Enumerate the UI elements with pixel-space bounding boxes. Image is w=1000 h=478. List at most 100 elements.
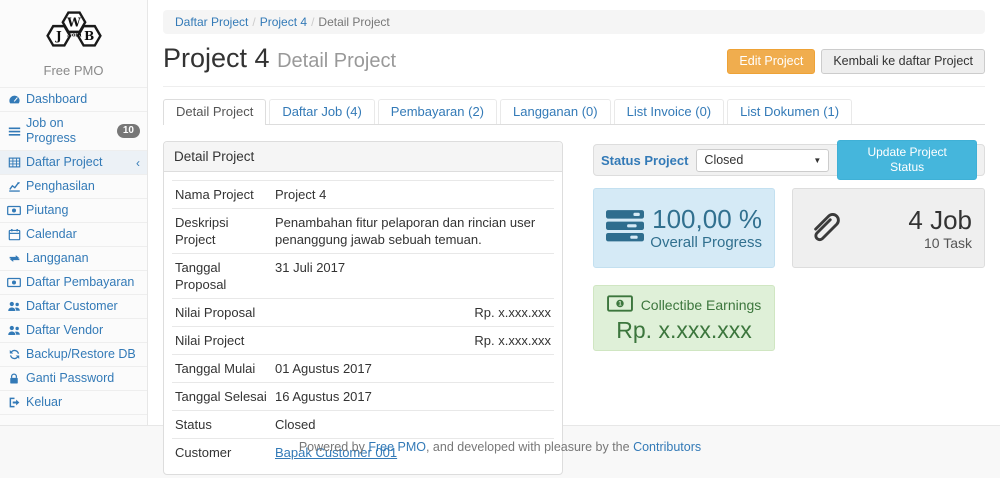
sidebar-link-keluar[interactable]: Keluar: [0, 391, 147, 414]
sidebar-link-langganan[interactable]: Langganan: [0, 247, 147, 270]
count-badge: 10: [117, 124, 140, 138]
detail-panel-body: Nama ProjectProject 4Deskripsi ProjectPe…: [164, 172, 562, 474]
sidebar-item-daftar-vendor: Daftar Vendor: [0, 319, 147, 343]
sidebar-link-ganti-password[interactable]: Ganti Password: [0, 367, 147, 390]
status-select[interactable]: Closed ▼: [696, 149, 829, 172]
sidebar-link-daftar-vendor[interactable]: Daftar Vendor: [0, 319, 147, 342]
dashboard-icon: [7, 93, 21, 106]
table-row: Tanggal Mulai01 Agustus 2017: [172, 355, 554, 383]
detail-row-label: Status: [172, 411, 272, 439]
sidebar-item-label: Daftar Customer: [26, 299, 118, 314]
svg-text:B: B: [84, 29, 94, 43]
app-name: Free PMO: [0, 60, 147, 87]
status-select-value: Closed: [704, 153, 743, 167]
caret-down-icon: ▼: [813, 156, 821, 165]
detail-table-body: Nama ProjectProject 4Deskripsi ProjectPe…: [172, 181, 554, 467]
sidebar-item-label: Ganti Password: [26, 371, 114, 386]
footer-link-free-pmo[interactable]: Free PMO: [368, 440, 426, 454]
sidebar-link-daftar-project[interactable]: Daftar Project‹: [0, 151, 147, 174]
main-content: Daftar Project/Project 4/Detail Project …: [148, 0, 1000, 425]
sidebar-link-piutang[interactable]: Piutang: [0, 199, 147, 222]
status-project-label: Status Project: [601, 153, 688, 168]
jobs-box: 4 Job 10 Task: [792, 188, 985, 268]
main-row: Detail Project Nama ProjectProject 4Desk…: [163, 141, 985, 475]
sidebar-item-calendar: Calendar: [0, 223, 147, 247]
detail-row-value: Penambahan fitur pelaporan dan rincian u…: [272, 209, 554, 254]
tab-langganan-0[interactable]: Langganan (0): [500, 99, 611, 124]
calendar-icon: [7, 228, 21, 241]
jobs-value: 4 Job: [845, 206, 972, 234]
app-window: W J B .com Free PMO Dashboard Job on Prog…: [0, 0, 1000, 425]
table-row: Nama ProjectProject 4: [172, 181, 554, 209]
sidebar-item-penghasilan: Penghasilan: [0, 175, 147, 199]
detail-panel-title: Detail Project: [164, 142, 562, 172]
detail-row-value: Rp. x.xxx.xxx: [272, 327, 554, 355]
list-icon: [7, 125, 21, 138]
svg-text:.com: .com: [66, 33, 81, 39]
detail-row-value: 31 Juli 2017: [272, 254, 554, 299]
detail-panel: Detail Project Nama ProjectProject 4Desk…: [163, 141, 563, 475]
table-row: Deskripsi ProjectPenambahan fitur pelapo…: [172, 209, 554, 254]
overall-progress-box: 100,00 % Overall Progress: [593, 188, 775, 268]
sidebar-link-job-on-progress[interactable]: Job on Progress10: [0, 112, 147, 150]
page-title: Project 4 Detail Project: [163, 43, 396, 76]
status-panel: Status Project Closed ▼ Update Project S…: [593, 144, 985, 176]
detail-row-label: Customer: [172, 439, 272, 467]
sidebar-link-dashboard[interactable]: Dashboard: [0, 88, 147, 111]
detail-row-label: Nama Project: [172, 181, 272, 209]
sign-out-icon: [7, 396, 21, 409]
update-status-button[interactable]: Update Project Status: [837, 140, 977, 180]
sidebar-link-daftar-customer[interactable]: Daftar Customer: [0, 295, 147, 318]
tab-detail-project[interactable]: Detail Project: [163, 99, 266, 125]
sidebar-link-calendar[interactable]: Calendar: [0, 223, 147, 246]
sidebar-link-daftar-pembayaran[interactable]: Daftar Pembayaran: [0, 271, 147, 294]
table-row: Nilai ProjectRp. x.xxx.xxx: [172, 327, 554, 355]
tab-pembayaran-2[interactable]: Pembayaran (2): [378, 99, 497, 124]
sidebar-item-keluar: Keluar: [0, 391, 147, 415]
money-icon: [7, 277, 21, 288]
breadcrumb-separator: /: [307, 15, 318, 29]
sidebar-item-ganti-password: Ganti Password: [0, 367, 147, 391]
detail-table: Nama ProjectProject 4Deskripsi ProjectPe…: [172, 180, 554, 466]
footer-link-contributors[interactable]: Contributors: [633, 440, 701, 454]
retweet-icon: [7, 252, 21, 265]
sidebar-item-label: Calendar: [26, 227, 77, 242]
users-icon: [7, 300, 21, 313]
tab-daftar-job-4[interactable]: Daftar Job (4): [269, 99, 374, 124]
detail-row-label: Tanggal Proposal: [172, 254, 272, 299]
breadcrumb-link-daftar-project[interactable]: Daftar Project: [175, 15, 248, 29]
edit-project-button[interactable]: Edit Project: [727, 49, 815, 74]
detail-row-value: Rp. x.xxx.xxx: [272, 299, 554, 327]
sidebar-item-daftar-pembayaran: Daftar Pembayaran: [0, 271, 147, 295]
earnings-title-row: 1 Collectibe Earnings: [602, 295, 766, 315]
detail-row-value: 01 Agustus 2017: [272, 355, 554, 383]
info-boxes-row: 100,00 % Overall Progress 1: [593, 188, 985, 351]
tasks-icon: [606, 210, 644, 247]
progress-value: 100,00 %: [644, 205, 762, 233]
tab-list-dokumen-1[interactable]: List Dokumen (1): [727, 99, 852, 124]
sidebar-item-daftar-project: Daftar Project‹: [0, 151, 147, 175]
footer-text: , and developed with pleasure by the: [426, 440, 633, 454]
line-chart-icon: [7, 180, 21, 193]
detail-column: Detail Project Nama ProjectProject 4Desk…: [163, 141, 563, 475]
refresh-icon: [7, 348, 21, 361]
collectible-earnings-box: 1 Collectibe Earnings Rp. x.xxx.xxx: [593, 285, 775, 351]
sidebar-link-penghasilan[interactable]: Penghasilan: [0, 175, 147, 198]
sidebar-item-daftar-customer: Daftar Customer: [0, 295, 147, 319]
sidebar-item-label: Keluar: [26, 395, 62, 410]
jwb-logo: W J B .com: [0, 0, 147, 60]
sidebar-link-backup-restore-db[interactable]: Backup/Restore DB: [0, 343, 147, 366]
earnings-label: Collectibe Earnings: [641, 297, 762, 313]
back-to-list-button[interactable]: Kembali ke daftar Project: [821, 49, 985, 74]
sidebar-item-label: Dashboard: [26, 92, 87, 107]
money-icon: [7, 205, 21, 216]
table-row: Tanggal Selesai16 Agustus 2017: [172, 383, 554, 411]
earnings-value: Rp. x.xxx.xxx: [602, 318, 766, 343]
breadcrumb: Daftar Project/Project 4/Detail Project: [163, 10, 985, 34]
detail-row-value: Closed: [272, 411, 554, 439]
money-bill-icon: 1: [607, 295, 633, 315]
breadcrumb-link-project-4[interactable]: Project 4: [260, 15, 307, 29]
progress-text: 100,00 % Overall Progress: [644, 205, 762, 251]
page-header: Project 4 Detail Project Edit Project Ke…: [163, 34, 985, 87]
tab-list-invoice-0[interactable]: List Invoice (0): [614, 99, 725, 124]
